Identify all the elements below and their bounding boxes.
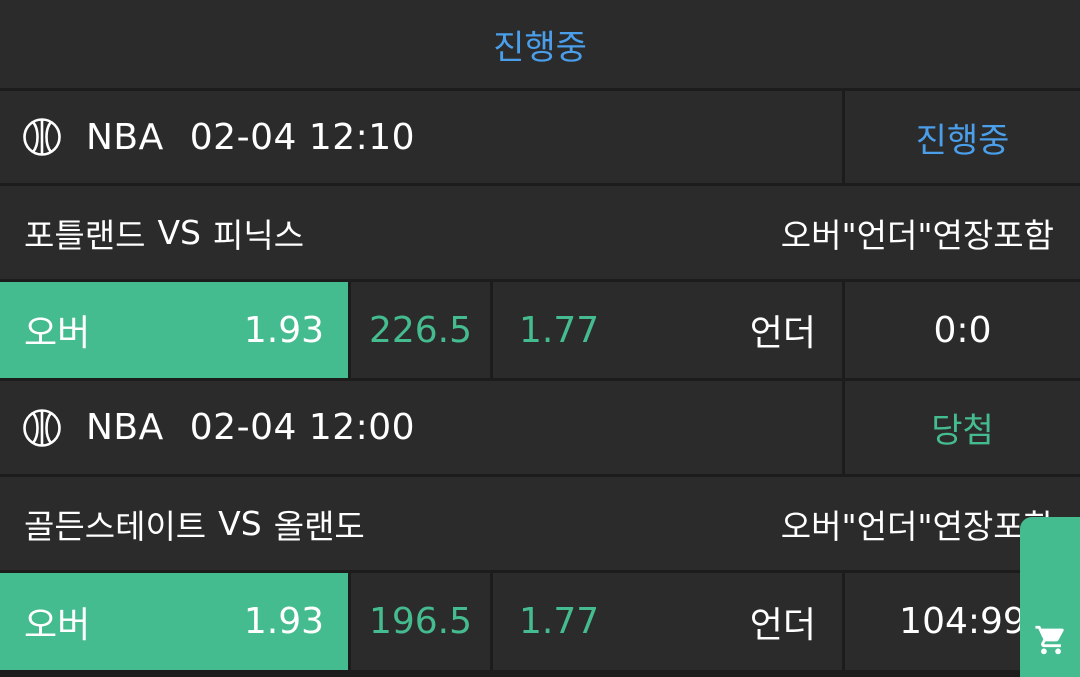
basketball-icon	[23, 118, 61, 156]
odds-row: 오버 1.93 196.5 1.77 언더 104:99	[0, 573, 1080, 670]
vs-label: VS	[157, 213, 201, 252]
under-label: 언더	[749, 313, 816, 354]
game-score: 0:0	[845, 282, 1080, 378]
under-odds: 1.77	[519, 309, 600, 351]
away-team: 올랜도	[273, 506, 365, 546]
under-button[interactable]: 1.77 언더	[493, 282, 842, 378]
under-button[interactable]: 1.77 언더	[493, 573, 842, 670]
over-label: 오버	[24, 604, 91, 646]
section-header: 진행중	[0, 0, 1080, 88]
handicap-line: 226.5	[351, 282, 490, 378]
bet-rule: 오버"언더"연장포함	[780, 506, 1054, 546]
cart-button[interactable]	[1020, 517, 1080, 677]
basketball-icon	[23, 408, 61, 447]
section-status-label: 진행중	[493, 27, 587, 68]
home-team: 골든스테이트	[24, 506, 207, 546]
away-team: 피닉스	[212, 215, 305, 255]
vs-label: VS	[218, 504, 262, 543]
over-button[interactable]: 오버 1.93	[0, 282, 348, 378]
league-label: NBA	[86, 407, 164, 448]
game-info-cell: NBA 02-04 12:00	[0, 381, 842, 474]
over-odds: 1.93	[243, 309, 324, 351]
matchup-row: 골든스테이트 VS 올랜도 오버"언더"연장포함	[0, 477, 1080, 570]
home-team: 포틀랜드	[24, 215, 146, 255]
game-datetime: 02-04 12:00	[189, 407, 416, 448]
under-label: 언더	[749, 604, 816, 646]
over-label: 오버	[24, 313, 91, 354]
over-button[interactable]: 오버 1.93	[0, 573, 348, 670]
game-status: 진행중	[845, 91, 1080, 183]
under-odds: 1.77	[519, 601, 600, 642]
odds-row: 오버 1.93 226.5 1.77 언더 0:0	[0, 282, 1080, 378]
over-odds: 1.93	[243, 601, 324, 642]
bet-rule: 오버"언더"연장포함	[780, 215, 1054, 255]
game-info-row: NBA 02-04 12:10 진행중	[0, 91, 1080, 183]
matchup-row: 포틀랜드 VS 피닉스 오버"언더"연장포함	[0, 186, 1080, 279]
game-info-row: NBA 02-04 12:00 당첨	[0, 381, 1080, 474]
league-label: NBA	[86, 116, 164, 158]
game-status: 당첨	[845, 381, 1080, 474]
handicap-line: 196.5	[351, 573, 490, 670]
cart-icon	[1035, 625, 1064, 655]
game-datetime: 02-04 12:10	[189, 116, 416, 158]
bet-history-page: 진행중 NBA 02-04 12:10 진행중 포틀랜드 VS 피닉스 오버"언…	[0, 0, 1080, 677]
game-info-cell: NBA 02-04 12:10	[0, 91, 842, 183]
